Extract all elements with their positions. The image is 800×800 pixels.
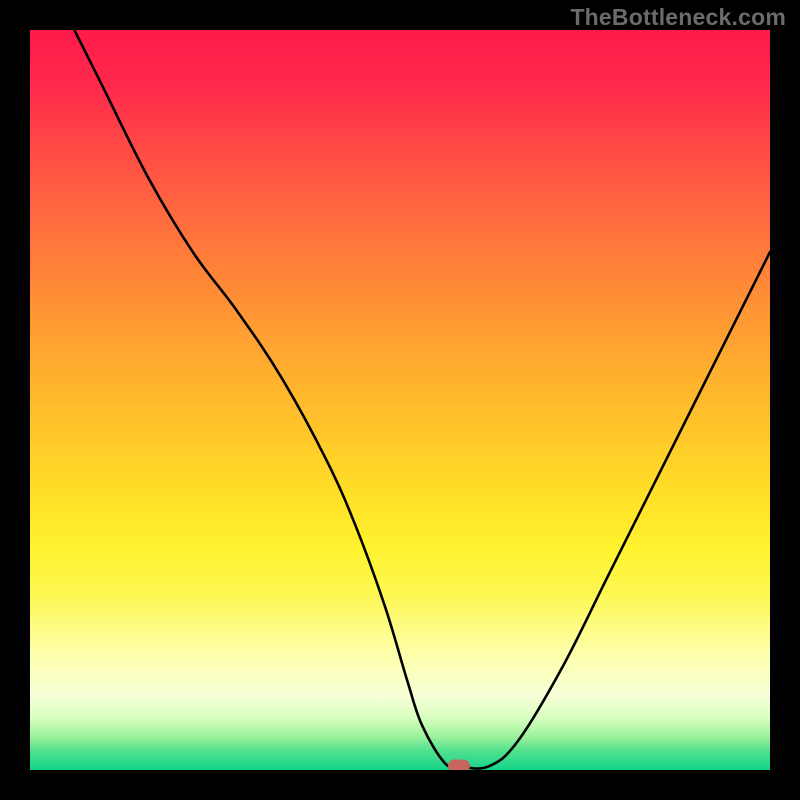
curve-svg <box>30 30 770 770</box>
plot-area <box>30 30 770 770</box>
watermark-text: TheBottleneck.com <box>570 4 786 31</box>
optimal-marker <box>448 760 470 770</box>
bottleneck-curve <box>74 30 770 769</box>
chart-container: TheBottleneck.com <box>0 0 800 800</box>
